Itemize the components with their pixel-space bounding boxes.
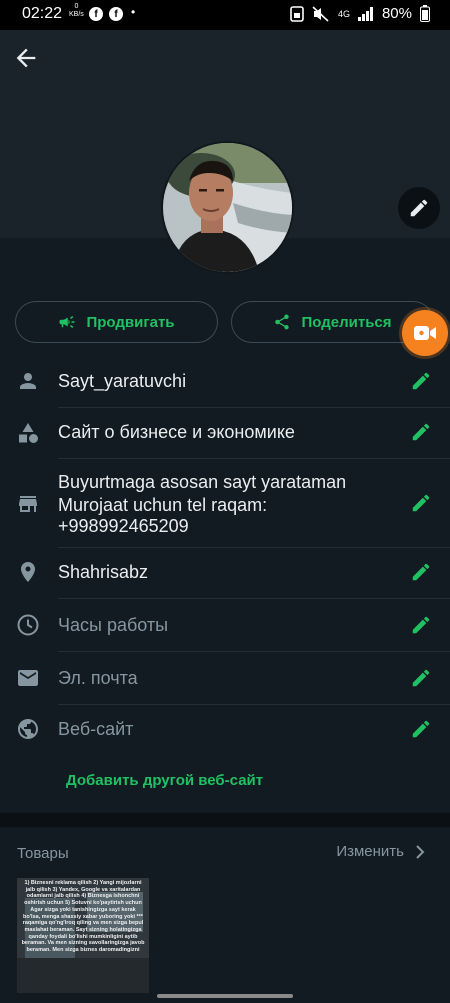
category-row[interactable]: Сайт о бизнесе и экономике bbox=[0, 408, 450, 458]
business-name: Sayt_yaratuvchi bbox=[58, 371, 187, 391]
globe-icon bbox=[18, 719, 38, 739]
profile-avatar[interactable] bbox=[161, 141, 294, 274]
facebook-notification-icon: f bbox=[89, 7, 103, 21]
promote-label: Продвигать bbox=[86, 313, 175, 331]
person-icon bbox=[20, 373, 36, 389]
description-line-2: Murojaat uchun tel raqam: bbox=[58, 495, 268, 515]
location-pin-icon bbox=[21, 562, 35, 582]
promote-button[interactable]: Продвигать bbox=[15, 301, 218, 343]
pencil-icon[interactable] bbox=[410, 421, 432, 443]
share-label: Поделиться bbox=[301, 313, 392, 331]
section-separator bbox=[0, 813, 450, 827]
product-image-text: 1) Biznesni reklama qilish 2) Yangi mijo… bbox=[21, 880, 145, 954]
description-line-1: Buyurtmaga asosan sayt yarataman bbox=[58, 472, 347, 492]
video-camera-icon bbox=[414, 326, 436, 340]
battery-icon bbox=[420, 5, 430, 22]
video-record-button[interactable] bbox=[402, 310, 448, 356]
battery-percent: 80% bbox=[381, 5, 412, 22]
products-title: Товары bbox=[17, 845, 69, 862]
pencil-icon[interactable] bbox=[410, 718, 432, 740]
email-row[interactable]: Эл. почта bbox=[0, 652, 450, 704]
product-thumbnail[interactable]: 1) Biznesni reklama qilish 2) Yangi mijo… bbox=[17, 878, 149, 993]
add-website-link[interactable]: Добавить другой веб-сайт bbox=[66, 772, 263, 789]
facebook-notification-icon: f bbox=[109, 7, 123, 21]
store-icon bbox=[19, 496, 37, 512]
pencil-icon[interactable] bbox=[410, 614, 432, 636]
edit-cover-button[interactable] bbox=[398, 187, 440, 229]
products-change-label: Изменить bbox=[336, 843, 404, 860]
name-row[interactable]: Sayt_yaratuvchi bbox=[0, 359, 450, 407]
avatar-photo bbox=[163, 143, 292, 272]
pencil-icon[interactable] bbox=[410, 561, 432, 583]
pencil-icon[interactable] bbox=[410, 370, 432, 392]
pencil-icon[interactable] bbox=[410, 492, 432, 514]
share-icon bbox=[275, 314, 290, 330]
status-bar: 02:22 0 KB/s f f • 4G 80% bbox=[0, 0, 450, 30]
description-row[interactable]: Buyurtmaga asosan sayt yarataman Murojaa… bbox=[0, 459, 450, 547]
hours-row[interactable]: Часы работы bbox=[0, 599, 450, 651]
status-right: 4G 80% bbox=[290, 5, 430, 22]
website-placeholder: Веб-сайт bbox=[58, 719, 134, 739]
back-button[interactable] bbox=[12, 44, 40, 72]
more-notifications-dot: • bbox=[131, 5, 136, 19]
network-type: 4G bbox=[337, 8, 350, 19]
business-location: Shahrisabz bbox=[58, 562, 149, 582]
business-category: Сайт о бизнесе и экономике bbox=[58, 422, 295, 442]
save-indicator-icon bbox=[290, 5, 304, 22]
website-row[interactable]: Веб-сайт bbox=[0, 705, 450, 753]
clock-icon bbox=[17, 614, 39, 636]
pencil-icon[interactable] bbox=[410, 667, 432, 689]
email-placeholder: Эл. почта bbox=[58, 668, 138, 688]
status-time: 02:22 bbox=[22, 5, 63, 22]
chevron-right-icon bbox=[416, 844, 425, 859]
megaphone-icon bbox=[59, 316, 75, 328]
network-speed: 0 KB/s bbox=[69, 3, 84, 18]
navigation-handle[interactable] bbox=[157, 994, 293, 998]
mail-icon bbox=[18, 670, 38, 686]
description-line-3: +998992465209 bbox=[58, 516, 189, 536]
products-change-button[interactable]: Изменить bbox=[336, 843, 426, 860]
location-row[interactable]: Shahrisabz bbox=[0, 548, 450, 598]
shapes-category-icon bbox=[19, 423, 38, 443]
pencil-icon bbox=[410, 199, 428, 217]
arrow-left-icon bbox=[16, 48, 36, 68]
mute-icon bbox=[312, 5, 329, 22]
signal-icon bbox=[357, 6, 373, 21]
hours-placeholder: Часы работы bbox=[58, 615, 169, 635]
